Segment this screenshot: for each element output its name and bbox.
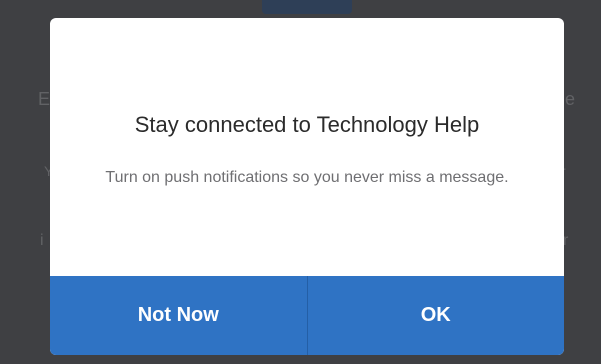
background-text-fragment: E bbox=[38, 89, 51, 109]
dialog-message: Turn on push notifications so you never … bbox=[105, 169, 509, 186]
dialog-title: Stay connected to Technology Help bbox=[134, 112, 480, 137]
screen: E e Y r i r Stay connected to Technology… bbox=[0, 0, 601, 364]
not-now-button[interactable]: Not Now bbox=[50, 276, 307, 355]
push-notification-dialog: Stay connected to Technology Help Turn o… bbox=[50, 18, 564, 355]
dialog-button-row: Not Now OK bbox=[50, 276, 564, 355]
background-header-button bbox=[262, 0, 352, 14]
background-text-fragment: i bbox=[40, 232, 44, 249]
ok-button[interactable]: OK bbox=[307, 276, 564, 355]
background-text-fragment: e bbox=[565, 89, 576, 109]
